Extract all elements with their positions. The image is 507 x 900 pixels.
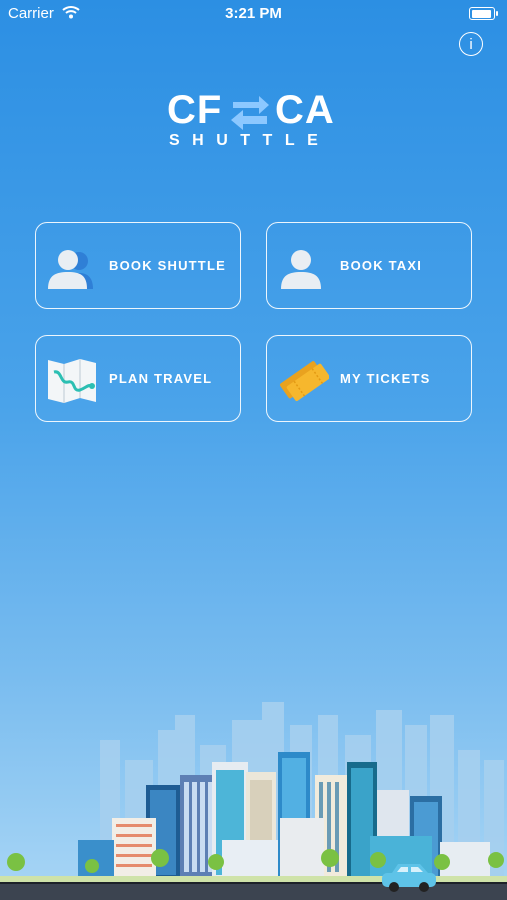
logo-text-right: CA xyxy=(275,88,335,132)
my-tickets-label: MY TICKETS xyxy=(340,371,431,386)
people-icon xyxy=(48,250,93,289)
plan-travel-button[interactable]: PLAN TRAVEL xyxy=(35,335,241,422)
clock: 3:21 PM xyxy=(225,5,282,22)
battery-icon xyxy=(469,7,498,20)
info-icon: i xyxy=(469,36,473,53)
app-logo: CF CA SHUTTLE xyxy=(165,88,345,154)
status-bar: Carrier 3:21 PM xyxy=(0,0,507,28)
person-icon xyxy=(281,250,321,289)
book-shuttle-button[interactable]: BOOK SHUTTLE xyxy=(35,222,241,309)
swap-arrows-icon xyxy=(231,96,269,130)
city-skyline-illustration xyxy=(0,702,507,900)
book-taxi-button[interactable]: BOOK TAXI xyxy=(266,222,472,309)
info-button[interactable]: i xyxy=(459,32,483,56)
map-icon xyxy=(48,359,96,403)
book-shuttle-label: BOOK SHUTTLE xyxy=(109,258,226,273)
logo-subtitle: SHUTTLE xyxy=(169,132,331,149)
book-taxi-label: BOOK TAXI xyxy=(340,258,423,273)
logo-text-left: CF xyxy=(167,88,223,132)
plan-travel-label: PLAN TRAVEL xyxy=(109,371,213,386)
tickets-icon xyxy=(280,361,329,402)
my-tickets-button[interactable]: MY TICKETS xyxy=(266,335,472,422)
